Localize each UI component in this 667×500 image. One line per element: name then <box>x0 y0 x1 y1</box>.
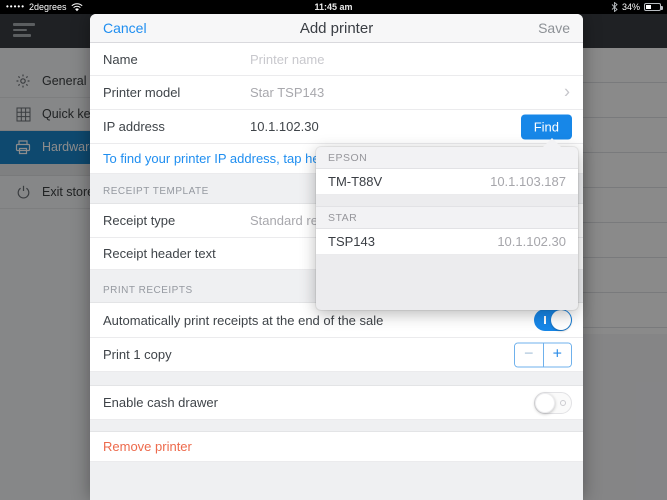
increment-copies-button[interactable]: + <box>543 343 571 366</box>
name-label: Name <box>103 51 138 67</box>
cash-drawer-toggle[interactable] <box>534 391 572 414</box>
save-button[interactable]: Save <box>538 20 570 36</box>
screen: ••••• 2degrees 11:45 am 34% General se Q… <box>0 0 667 500</box>
chevron-right-icon: › <box>564 81 570 102</box>
printer-result-name: TM-T88V <box>328 174 383 189</box>
ip-address-input[interactable]: 10.1.102.30 <box>250 119 319 134</box>
printer-model-value: Star TSP143 <box>250 85 325 100</box>
receipt-type-label: Receipt type <box>103 213 176 228</box>
modal-title: Add printer <box>299 19 374 37</box>
section-spacer <box>90 372 583 386</box>
section-spacer <box>90 420 583 432</box>
popover-section-epson: EPSON <box>316 147 578 169</box>
cash-drawer-row: Enable cash drawer <box>90 386 583 420</box>
cash-drawer-label: Enable cash drawer <box>103 395 218 410</box>
receipt-header-text-label: Receipt header text <box>103 246 216 261</box>
printer-name-row: Name Printer name <box>90 43 583 76</box>
battery-icon <box>644 3 663 11</box>
ip-address-row: IP address 10.1.102.30 Find <box>90 110 583 144</box>
popover-arrow-icon <box>543 138 561 147</box>
printer-result-row[interactable]: TM-T88V 10.1.103.187 <box>316 169 578 195</box>
printer-result-ip: 10.1.102.30 <box>497 234 566 249</box>
decrement-copies-button[interactable]: − <box>515 343 544 366</box>
section-spacer <box>90 462 583 500</box>
find-button[interactable]: Find <box>520 114 572 139</box>
print-copies-label: Print 1 copy <box>103 347 172 362</box>
printer-result-ip: 10.1.103.187 <box>490 174 566 189</box>
printer-result-name: TSP143 <box>328 234 375 249</box>
auto-print-toggle[interactable] <box>534 309 572 331</box>
status-bar: ••••• 2degrees 11:45 am 34% <box>0 0 667 14</box>
ip-address-label: IP address <box>103 119 165 134</box>
printer-result-row[interactable]: TSP143 10.1.102.30 <box>316 229 578 255</box>
popover-spacer <box>316 195 578 207</box>
copies-stepper: − + <box>514 342 572 367</box>
clock: 11:45 am <box>314 2 353 12</box>
auto-print-label: Automatically print receipts at the end … <box>103 312 384 328</box>
modal-header: Cancel Add printer Save <box>90 14 583 43</box>
printer-name-input[interactable]: Printer name <box>250 52 324 67</box>
printer-model-row[interactable]: Printer model Star TSP143 › <box>90 76 583 110</box>
popover-section-star: STAR <box>316 207 578 229</box>
remove-printer-button[interactable]: Remove printer <box>90 432 583 462</box>
printer-list-popover: EPSON TM-T88V 10.1.103.187 STAR TSP143 1… <box>316 138 578 310</box>
print-copies-row: Print 1 copy − + <box>90 338 583 372</box>
printer-model-label: Printer model <box>103 85 181 100</box>
